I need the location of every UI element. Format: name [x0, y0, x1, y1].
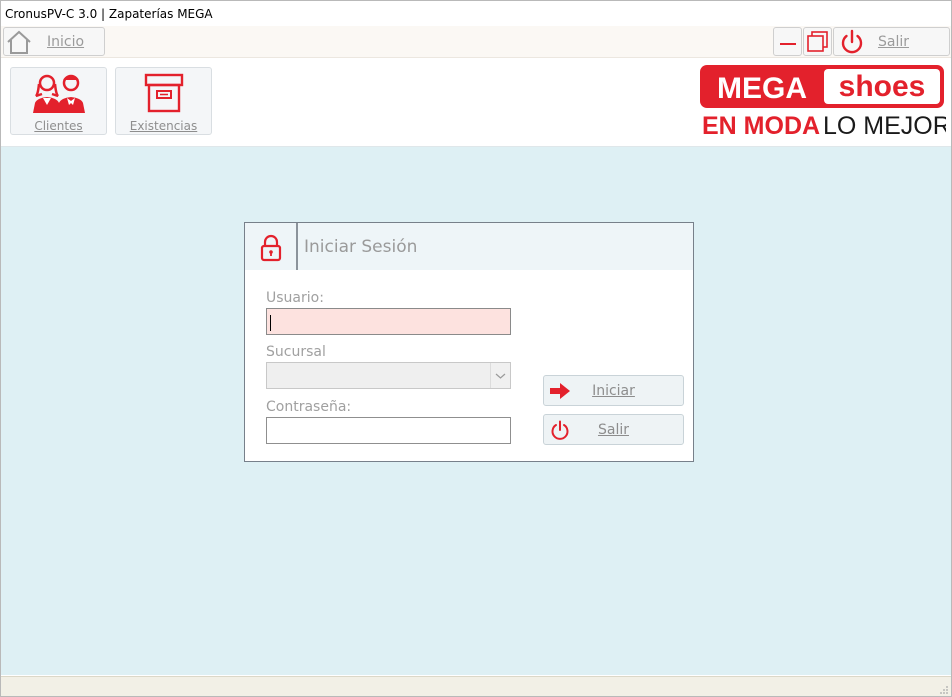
branch-select[interactable]	[266, 362, 511, 389]
customers-icon	[32, 74, 85, 113]
title-bar: CronusPV-C 3.0 | Zapaterías MEGA	[1, 1, 951, 26]
exit-button-label: Salir	[597, 422, 629, 438]
status-bar	[1, 676, 951, 696]
minimize-button[interactable]	[773, 27, 802, 56]
restore-button[interactable]	[803, 27, 832, 56]
home-button[interactable]: Inicio	[3, 27, 105, 56]
top-toolbar: Inicio Salir	[1, 26, 951, 58]
logo-word-mega: MEGA	[717, 72, 807, 105]
branch-label: Sucursal	[266, 344, 326, 360]
clientes-label: Clientes	[34, 119, 83, 133]
clientes-button[interactable]: Clientes	[10, 67, 107, 135]
branch-dropdown-arrow[interactable]	[490, 363, 510, 388]
login-dialog: Iniciar Sesión Usuario: Sucursal Contras…	[244, 222, 694, 462]
archive-box-icon	[144, 73, 183, 113]
module-toolbar: Clientes Existencias MEGA shoes EN MODA …	[1, 58, 951, 147]
header-separator	[296, 223, 298, 270]
lock-icon	[260, 234, 282, 262]
password-label: Contraseña:	[266, 399, 352, 415]
app-window: CronusPV-C 3.0 | Zapaterías MEGA Inicio	[0, 0, 952, 697]
existencias-button[interactable]: Existencias	[115, 67, 212, 135]
mega-shoes-logo: MEGA shoes EN MODA LO MEJOR	[700, 65, 946, 138]
resize-grip-icon[interactable]	[939, 685, 949, 695]
password-input[interactable]	[266, 417, 511, 444]
logo-tagline-bold: EN MODA	[702, 112, 820, 138]
exit-app-label: Salir	[878, 34, 910, 50]
login-title: Iniciar Sesión	[304, 237, 418, 257]
logo-tagline-light: LO MEJOR	[823, 112, 946, 138]
exit-app-button[interactable]: Salir	[833, 27, 950, 56]
exit-button[interactable]: Salir	[543, 414, 684, 445]
login-button-label: Iniciar	[592, 383, 635, 399]
minimize-icon	[780, 43, 796, 45]
home-button-label: Inicio	[47, 34, 85, 50]
existencias-label: Existencias	[129, 119, 198, 133]
user-input[interactable]	[266, 308, 511, 335]
logo-word-shoes: shoes	[839, 70, 926, 103]
window-title: CronusPV-C 3.0 | Zapaterías MEGA	[5, 7, 213, 21]
restore-icon	[807, 31, 828, 52]
home-icon	[7, 30, 31, 54]
user-label: Usuario:	[266, 290, 324, 306]
chevron-down-icon	[495, 373, 506, 379]
power-icon	[841, 29, 863, 54]
login-button[interactable]: Iniciar	[543, 375, 684, 406]
text-caret	[270, 315, 271, 331]
login-dialog-header: Iniciar Sesión	[245, 223, 693, 270]
